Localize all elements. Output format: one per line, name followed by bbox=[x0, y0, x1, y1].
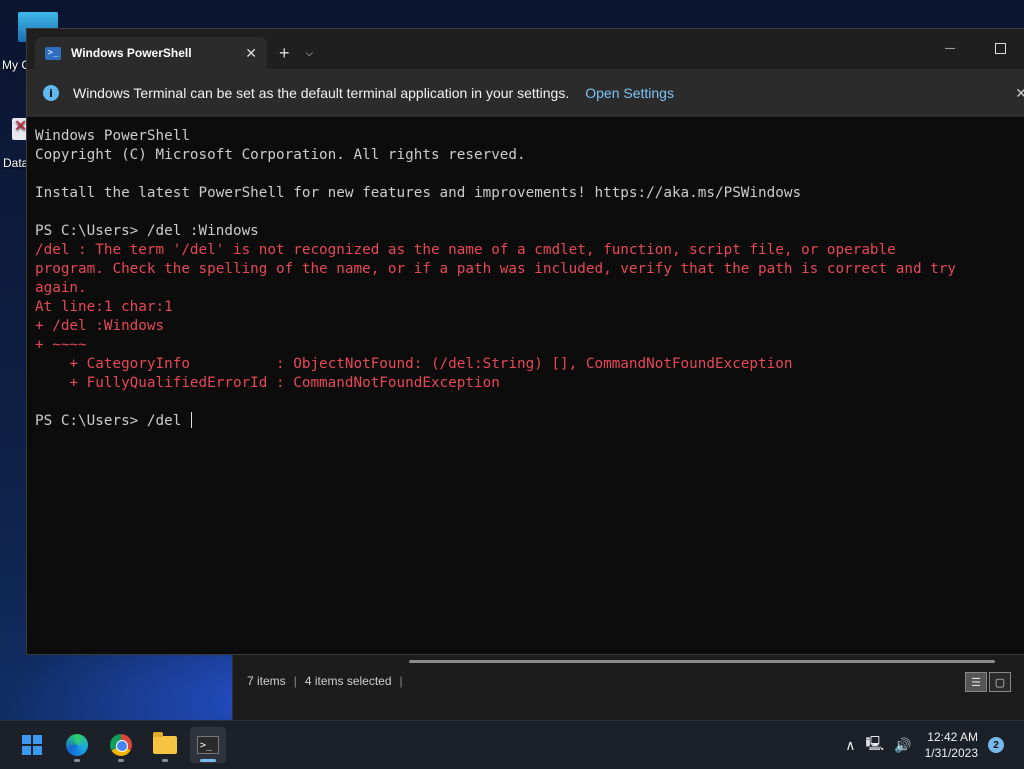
console-line: Install the latest PowerShell for new fe… bbox=[35, 185, 802, 201]
terminal-window: >_ Windows PowerShell ✕ + ⌵ — i Windows … bbox=[26, 28, 1024, 655]
info-close-icon[interactable]: ✕ bbox=[1015, 85, 1024, 102]
file-explorer-icon bbox=[153, 732, 177, 754]
maximize-button[interactable] bbox=[975, 29, 1024, 67]
taskbar-edge[interactable] bbox=[59, 727, 95, 763]
view-switcher: ☰ ▢ bbox=[965, 672, 1011, 692]
console-output[interactable]: Windows PowerShell Copyright (C) Microsof… bbox=[35, 127, 1017, 654]
start-icon bbox=[22, 735, 42, 755]
large-icons-view-icon[interactable]: ▢ bbox=[989, 672, 1011, 692]
volume-icon[interactable]: 🔊 bbox=[894, 737, 911, 754]
desktop-icon-label: Data bbox=[3, 156, 29, 170]
status-separator: | bbox=[293, 674, 297, 688]
start-button[interactable] bbox=[14, 727, 50, 763]
minimize-button[interactable]: — bbox=[925, 29, 975, 67]
tab-close-button[interactable]: ✕ bbox=[245, 45, 257, 62]
dropdown-chevron-icon[interactable]: ⌵ bbox=[306, 48, 314, 59]
title-bar: >_ Windows PowerShell ✕ + ⌵ — bbox=[27, 29, 1024, 69]
info-icon: i bbox=[43, 85, 59, 101]
chrome-icon bbox=[110, 734, 132, 756]
status-separator: | bbox=[399, 674, 403, 688]
maximize-icon bbox=[994, 42, 1006, 54]
console-line: Copyright (C) Microsoft Corporation. All… bbox=[35, 147, 526, 163]
clock-date: 1/31/2023 bbox=[924, 746, 978, 760]
console-line: Windows PowerShell bbox=[35, 128, 190, 144]
info-bar: i Windows Terminal can be set as the def… bbox=[27, 69, 1024, 117]
info-message: Windows Terminal can be set as the defau… bbox=[73, 85, 570, 101]
terminal-icon: >_ bbox=[197, 736, 219, 754]
console-prompt: PS C:\Users> /del bbox=[35, 413, 190, 429]
items-count: 7 items bbox=[247, 674, 286, 688]
tray-overflow-chevron-icon[interactable]: ∧ bbox=[845, 737, 855, 754]
file-explorer-window: 7 items | 4 items selected | ☰ ▢ bbox=[232, 652, 1024, 720]
powershell-icon: >_ bbox=[45, 46, 61, 60]
text-cursor bbox=[190, 412, 192, 428]
clock[interactable]: 12:42 AM 1/31/2023 bbox=[925, 729, 978, 761]
edge-icon bbox=[66, 734, 88, 756]
new-tab-button[interactable]: + bbox=[279, 43, 290, 64]
console-prompt-line[interactable]: PS C:\Users> /del bbox=[35, 412, 1017, 431]
minimize-icon: — bbox=[945, 42, 955, 54]
running-indicator bbox=[74, 759, 80, 762]
notification-badge[interactable]: 2 bbox=[988, 737, 1004, 753]
console-error-line: At line:1 char:1 bbox=[35, 299, 173, 315]
console-error-line: /del : The term '/del' is not recognized… bbox=[35, 242, 896, 258]
tab-title: Windows PowerShell bbox=[71, 46, 192, 60]
taskbar: >_ ∧ 🖳 🔊 12:42 AM 1/31/2023 2 bbox=[0, 720, 1024, 769]
running-indicator bbox=[200, 759, 216, 762]
taskbar-file-explorer[interactable] bbox=[147, 727, 183, 763]
console-error-line: + /del :Windows bbox=[35, 318, 165, 334]
taskbar-chrome[interactable] bbox=[103, 727, 139, 763]
details-view-icon[interactable]: ☰ bbox=[965, 672, 987, 692]
network-icon[interactable]: 🖳 bbox=[865, 733, 884, 757]
tab-windows-powershell[interactable]: >_ Windows PowerShell ✕ bbox=[35, 37, 267, 69]
selected-count: 4 items selected bbox=[304, 674, 392, 688]
running-indicator bbox=[118, 759, 124, 762]
taskbar-terminal[interactable]: >_ bbox=[190, 727, 226, 763]
running-indicator bbox=[162, 759, 168, 762]
console-line: PS C:\Users> /del :Windows bbox=[35, 223, 259, 239]
new-tab-group: + ⌵ bbox=[279, 37, 313, 69]
console-error-line: program. Check the spelling of the name,… bbox=[35, 261, 956, 277]
clock-time: 12:42 AM bbox=[927, 730, 978, 744]
console-error-line: + FullyQualifiedErrorId : CommandNotFoun… bbox=[35, 375, 500, 391]
status-bar: 7 items | 4 items selected | bbox=[247, 674, 403, 688]
window-controls: — bbox=[925, 29, 1024, 69]
horizontal-scrollbar[interactable] bbox=[409, 660, 995, 663]
open-settings-link[interactable]: Open Settings bbox=[585, 85, 674, 101]
system-tray: ∧ 🖳 🔊 12:42 AM 1/31/2023 2 bbox=[840, 721, 1024, 769]
console-error-line: + ~~~~ bbox=[35, 337, 87, 353]
console-error-line: + CategoryInfo : ObjectNotFound: (/del:S… bbox=[35, 356, 793, 372]
console-error-line: again. bbox=[35, 280, 87, 296]
